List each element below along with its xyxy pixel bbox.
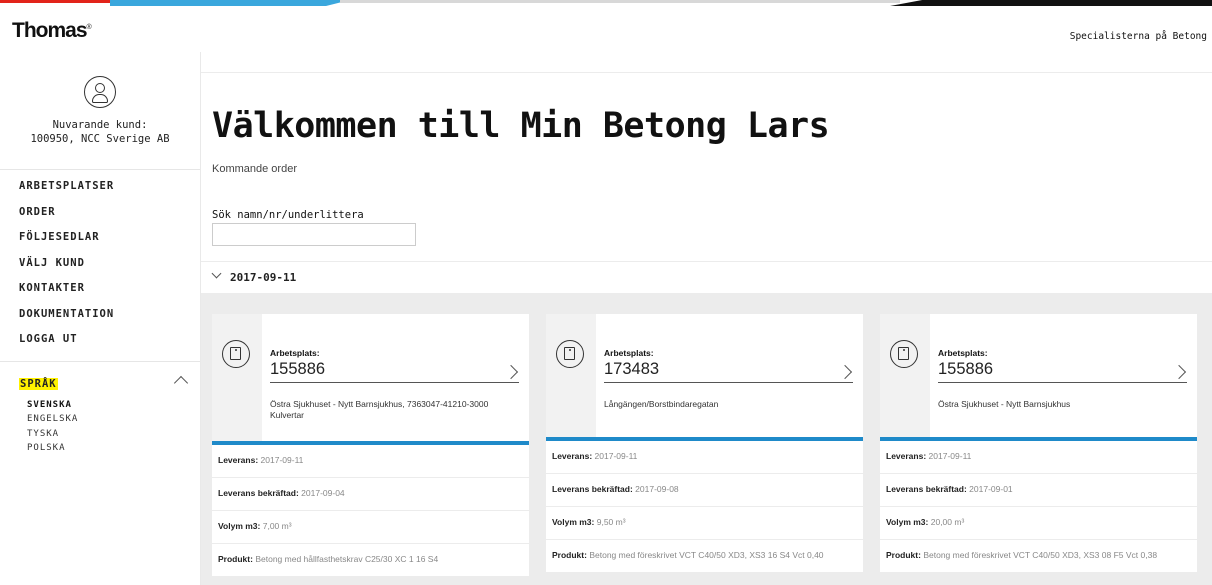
chevron-right-icon[interactable] (837, 364, 853, 380)
nav-item-logga-ut[interactable]: LOGGA UT (0, 327, 200, 353)
divider (270, 382, 519, 383)
delivery-row: Leverans: 2017-09-11 (212, 445, 529, 478)
workplace-address: Östra Sjukhuset - Nytt Barnsjukhus (938, 399, 1071, 409)
workplace-address: Långängen/Borstbindaregatan (604, 399, 719, 409)
delivery-confirmed-row: Leverans bekräftad: 2017-09-04 (212, 478, 529, 511)
language-option-tyska[interactable]: TYSKA (0, 427, 200, 442)
order-card: Arbetsplats: 155886 Östra Sjukhuset - Ny… (212, 314, 529, 577)
date-group-toggle[interactable]: 2017-09-11 (201, 261, 1212, 293)
sidebar-nav: ARBETSPLATSER ORDER FÖLJESEDLAR VÄLJ KUN… (0, 170, 200, 353)
document-icon (556, 340, 584, 368)
search-label: Sök namn/nr/underlittera (212, 209, 364, 221)
brand-stripe (0, 0, 1212, 6)
workplace-label: Arbetsplats: (270, 348, 320, 358)
delivery-confirmed-row: Leverans bekräftad: 2017-09-08 (546, 474, 863, 507)
order-card-header[interactable]: Arbetsplats: 173483 Långängen/Borstbinda… (546, 314, 863, 437)
current-customer-box: Nuvarande kund: 100950, NCC Sverige AB (0, 52, 200, 170)
volume-row: Volym m3: 7,00 m³ (212, 511, 529, 544)
order-cards-area: Arbetsplats: 155886 Östra Sjukhuset - Ny… (201, 293, 1212, 585)
language-option-polska[interactable]: POLSKA (0, 441, 200, 456)
language-option-engelska[interactable]: ENGELSKA (0, 412, 200, 427)
delivery-row: Leverans: 2017-09-11 (880, 441, 1197, 474)
order-card-header[interactable]: Arbetsplats: 155886 Östra Sjukhuset - Ny… (212, 314, 529, 441)
card-icon-box (546, 314, 596, 437)
workplace-number[interactable]: 155886 (938, 360, 993, 379)
date-group-label: 2017-09-11 (230, 271, 297, 284)
card-icon-box (880, 314, 930, 437)
workplace-label: Arbetsplats: (938, 348, 988, 358)
sidebar: Nuvarande kund: 100950, NCC Sverige AB A… (0, 52, 200, 585)
product-row: Produkt: Betong med hållfasthetskrav C25… (212, 544, 529, 577)
language-list: SVENSKA ENGELSKA TYSKA POLSKA (0, 398, 200, 456)
page-title: Välkommen till Min Betong Lars (212, 106, 830, 146)
order-card-header[interactable]: Arbetsplats: 155886 Östra Sjukhuset - Ny… (880, 314, 1197, 437)
main-content: Välkommen till Min Betong Lars Kommande … (200, 52, 1212, 585)
card-icon-box (212, 314, 262, 441)
document-icon (222, 340, 250, 368)
language-option-svenska[interactable]: SVENSKA (0, 398, 200, 413)
top-bar: Thomas® Specialisterna på Betong (0, 0, 1212, 52)
document-icon (890, 340, 918, 368)
workplace-number[interactable]: 173483 (604, 360, 659, 379)
current-customer-label: Nuvarande kund: (52, 119, 148, 131)
divider (938, 382, 1187, 383)
workplace-number[interactable]: 155886 (270, 360, 325, 379)
workplace-address: Östra Sjukhuset - Nytt Barnsjukhus, 7363… (270, 399, 489, 420)
nav-item-kontakter[interactable]: KONTAKTER (0, 276, 200, 302)
search-input[interactable] (212, 223, 416, 246)
language-heading: SPRÅK (19, 377, 58, 390)
divider (604, 382, 853, 383)
volume-row: Volym m3: 20,00 m³ (880, 507, 1197, 540)
nav-item-foljesedlar[interactable]: FÖLJESEDLAR (0, 225, 200, 251)
user-icon (84, 76, 116, 108)
logo[interactable]: Thomas® (12, 19, 92, 43)
chevron-down-icon (211, 268, 222, 279)
delivery-row: Leverans: 2017-09-11 (546, 441, 863, 474)
volume-row: Volym m3: 9,50 m³ (546, 507, 863, 540)
chevron-up-icon[interactable] (173, 375, 189, 390)
nav-item-order[interactable]: ORDER (0, 200, 200, 226)
tagline: Specialisterna på Betong (1069, 31, 1207, 42)
page-subtitle: Kommande order (212, 163, 297, 175)
language-toggle[interactable]: SPRÅK (0, 372, 200, 394)
order-card: Arbetsplats: 155886 Östra Sjukhuset - Ny… (880, 314, 1197, 573)
divider (201, 72, 1212, 73)
order-card: Arbetsplats: 173483 Långängen/Borstbinda… (546, 314, 863, 573)
language-section: SPRÅK SVENSKA ENGELSKA TYSKA POLSKA (0, 360, 200, 456)
nav-item-dokumentation[interactable]: DOKUMENTATION (0, 302, 200, 328)
chevron-right-icon[interactable] (1171, 364, 1187, 380)
nav-item-valj-kund[interactable]: VÄLJ KUND (0, 251, 200, 277)
nav-item-arbetsplatser[interactable]: ARBETSPLATSER (0, 174, 200, 200)
workplace-label: Arbetsplats: (604, 348, 654, 358)
product-row: Produkt: Betong med föreskrivet VCT C40/… (546, 540, 863, 573)
product-row: Produkt: Betong med föreskrivet VCT C40/… (880, 540, 1197, 573)
current-customer-value: 100950, NCC Sverige AB (30, 133, 170, 145)
chevron-right-icon[interactable] (503, 364, 519, 380)
delivery-confirmed-row: Leverans bekräftad: 2017-09-01 (880, 474, 1197, 507)
